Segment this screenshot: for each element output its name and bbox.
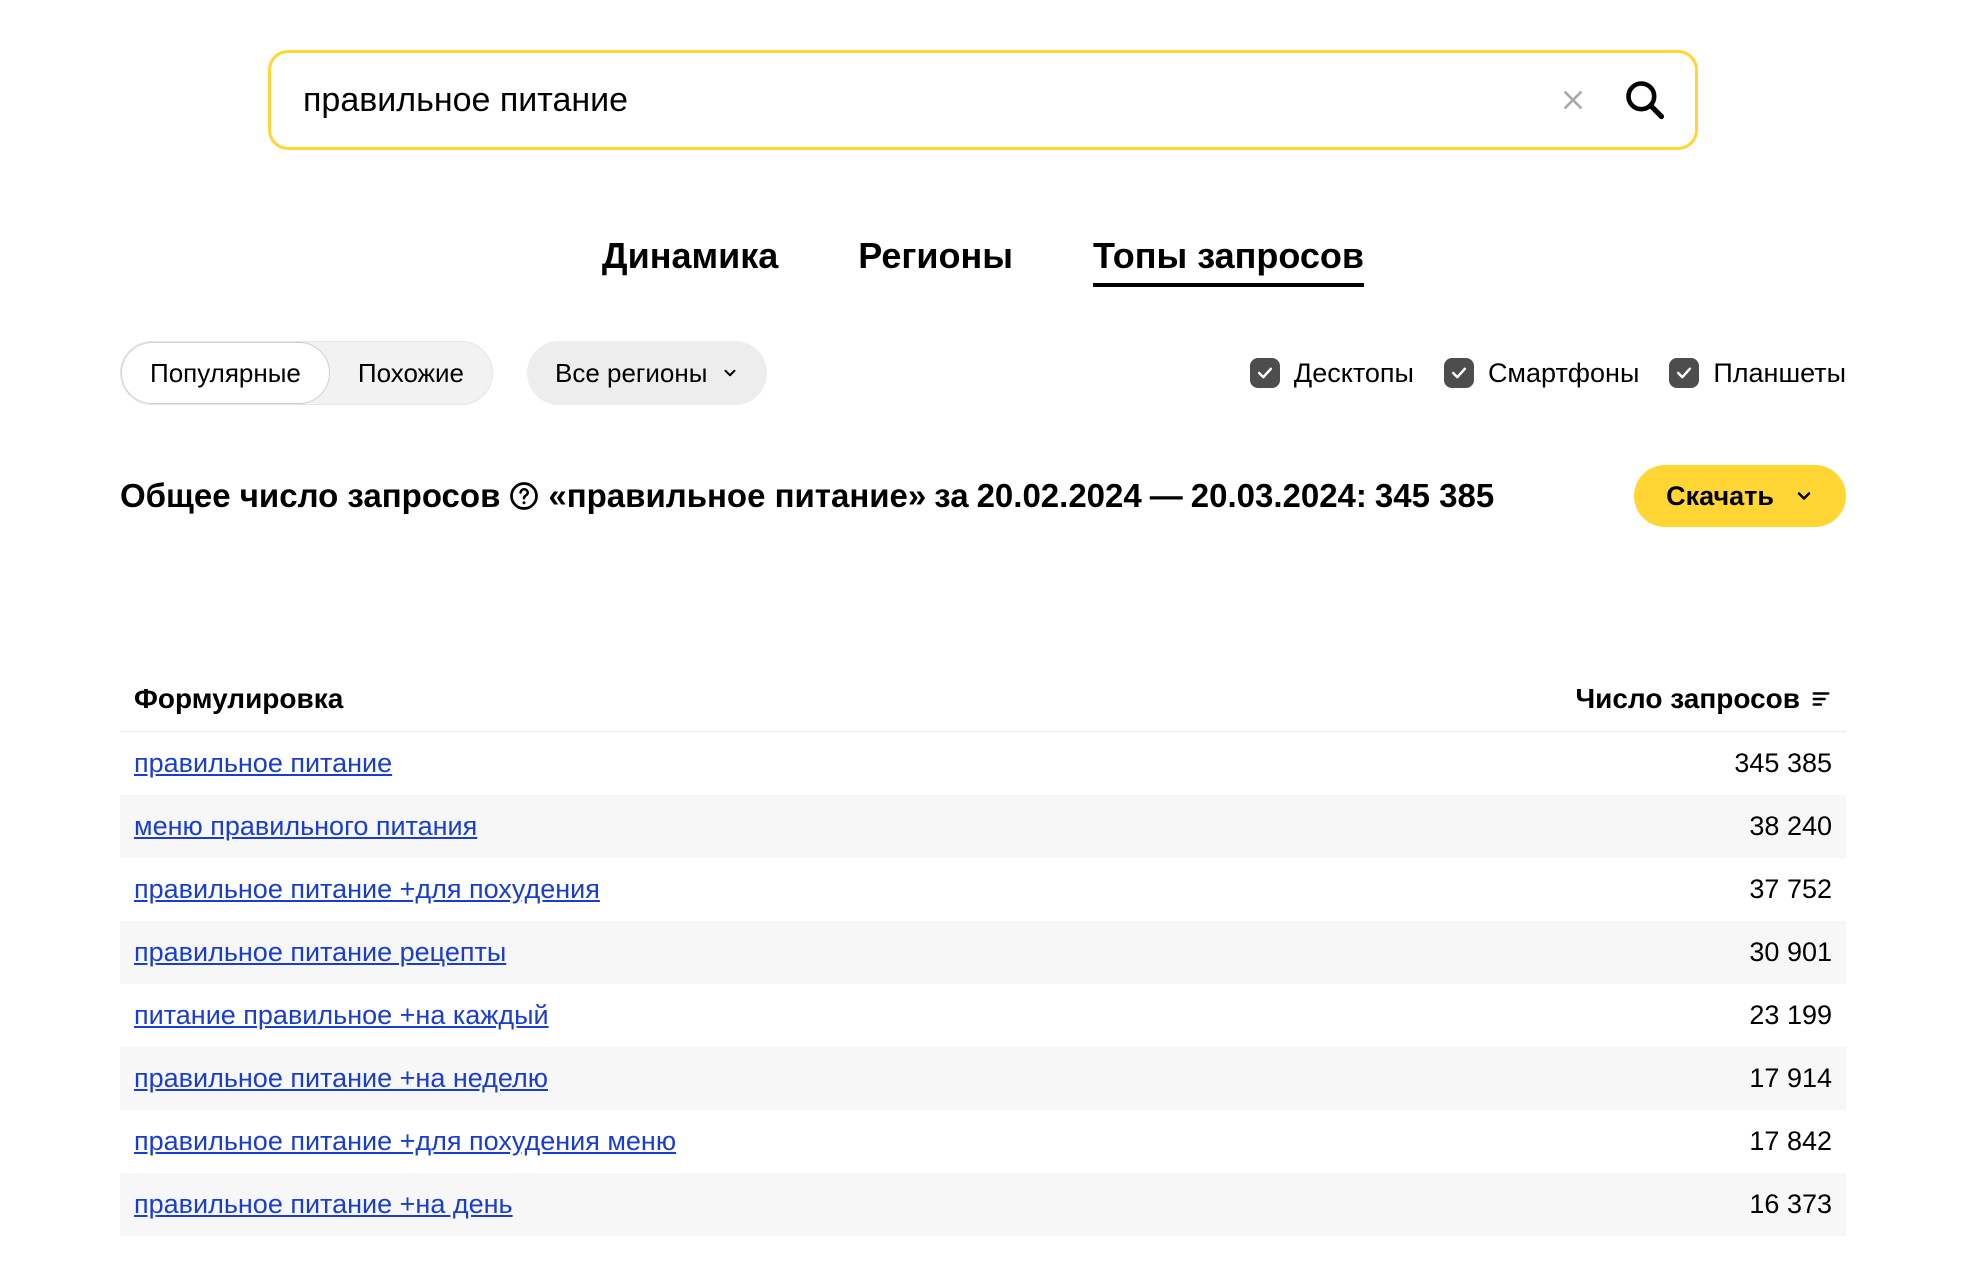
check-icon (1255, 363, 1275, 383)
checkbox-desktop[interactable]: Десктопы (1250, 358, 1414, 389)
checkbox-box (1444, 358, 1474, 388)
sort-desc-icon (1810, 688, 1832, 710)
tab-dynamics[interactable]: Динамика (602, 235, 778, 287)
query-link[interactable]: меню правильного питания (134, 811, 477, 841)
table-cell-query: правильное питание +для похудения меню (134, 1126, 1632, 1157)
table-header-count-label: Число запросов (1575, 683, 1800, 715)
checkbox-box (1669, 358, 1699, 388)
table-row: правильное питание +на неделю 17 914 (120, 1047, 1846, 1110)
query-type-segmented: Популярные Похожие (120, 341, 493, 405)
search-bar (268, 50, 1698, 150)
check-icon (1674, 363, 1694, 383)
chevron-down-icon (1794, 486, 1814, 506)
table-cell-count: 37 752 (1632, 874, 1832, 905)
help-icon[interactable] (508, 480, 540, 512)
table-header-query: Формулировка (134, 683, 1575, 715)
summary-date-to: 20.03.2024: (1191, 477, 1367, 515)
clear-button[interactable] (1551, 78, 1595, 122)
check-icon (1449, 363, 1469, 383)
query-link[interactable]: правильное питание рецепты (134, 937, 506, 967)
close-icon (1560, 87, 1586, 113)
table-row: правильное питание +на день 16 373 (120, 1173, 1846, 1236)
checkbox-tablet[interactable]: Планшеты (1669, 358, 1846, 389)
table-cell-count: 16 373 (1632, 1189, 1832, 1220)
table-row: правильное питание 345 385 (120, 732, 1846, 795)
table-row: правильное питание +для похудения 37 752 (120, 858, 1846, 921)
device-filters: Десктопы Смартфоны Планшеты (1250, 358, 1846, 389)
table-row: правильное питание рецепты 30 901 (120, 921, 1846, 984)
query-link[interactable]: правильное питание +на неделю (134, 1063, 548, 1093)
checkbox-smartphone[interactable]: Смартфоны (1444, 358, 1639, 389)
checkbox-label: Десктопы (1294, 358, 1414, 389)
checkbox-label: Смартфоны (1488, 358, 1639, 389)
search-input[interactable] (301, 80, 1527, 121)
summary-query: «правильное питание» (548, 477, 926, 515)
segment-popular[interactable]: Популярные (121, 342, 330, 404)
summary-period-prefix: за (934, 477, 968, 515)
table-cell-query: правильное питание рецепты (134, 937, 1632, 968)
summary-total: 345 385 (1375, 477, 1494, 515)
view-tabs: Динамика Регионы Топы запросов (120, 235, 1846, 287)
table-cell-query: правильное питание +для похудения (134, 874, 1632, 905)
download-button[interactable]: Скачать (1634, 465, 1846, 527)
table-header: Формулировка Число запросов (120, 667, 1846, 732)
chevron-down-icon (721, 364, 739, 382)
download-label: Скачать (1666, 481, 1774, 512)
queries-table: Формулировка Число запросов правильное п… (120, 667, 1846, 1236)
table-cell-count: 17 914 (1632, 1063, 1832, 1094)
checkbox-label: Планшеты (1713, 358, 1846, 389)
table-row: правильное питание +для похудения меню 17… (120, 1110, 1846, 1173)
table-cell-count: 23 199 (1632, 1000, 1832, 1031)
summary-prefix: Общее число запросов (120, 477, 500, 515)
query-link[interactable]: правильное питание +для похудения (134, 874, 600, 904)
query-link[interactable]: правильное питание +на день (134, 1189, 513, 1219)
table-header-count[interactable]: Число запросов (1575, 683, 1832, 715)
checkbox-box (1250, 358, 1280, 388)
table-cell-count: 17 842 (1632, 1126, 1832, 1157)
query-link[interactable]: правильное питание (134, 748, 392, 778)
table-cell-query: правильное питание +на день (134, 1189, 1632, 1220)
query-link[interactable]: правильное питание +для похудения меню (134, 1126, 676, 1156)
table-cell-count: 38 240 (1632, 811, 1832, 842)
table-cell-query: правильное питание (134, 748, 1632, 779)
search-button[interactable] (1619, 74, 1671, 126)
table-cell-query: меню правильного питания (134, 811, 1632, 842)
tab-regions[interactable]: Регионы (858, 235, 1013, 287)
tab-top-queries[interactable]: Топы запросов (1093, 235, 1364, 287)
table-row: питание правильное +на каждый 23 199 (120, 984, 1846, 1047)
table-cell-count: 345 385 (1632, 748, 1832, 779)
region-select-label: Все регионы (555, 358, 707, 389)
query-link[interactable]: питание правильное +на каждый (134, 1000, 549, 1030)
segment-similar[interactable]: Похожие (330, 342, 492, 404)
region-select[interactable]: Все регионы (527, 341, 767, 405)
summary-date-from: 20.02.2024 (977, 477, 1142, 515)
summary-date-sep: — (1150, 477, 1183, 515)
table-row: меню правильного питания 38 240 (120, 795, 1846, 858)
table-cell-count: 30 901 (1632, 937, 1832, 968)
search-icon (1623, 78, 1667, 122)
table-cell-query: питание правильное +на каждый (134, 1000, 1632, 1031)
summary-line: Общее число запросов «правильное питание… (120, 477, 1494, 515)
table-cell-query: правильное питание +на неделю (134, 1063, 1632, 1094)
